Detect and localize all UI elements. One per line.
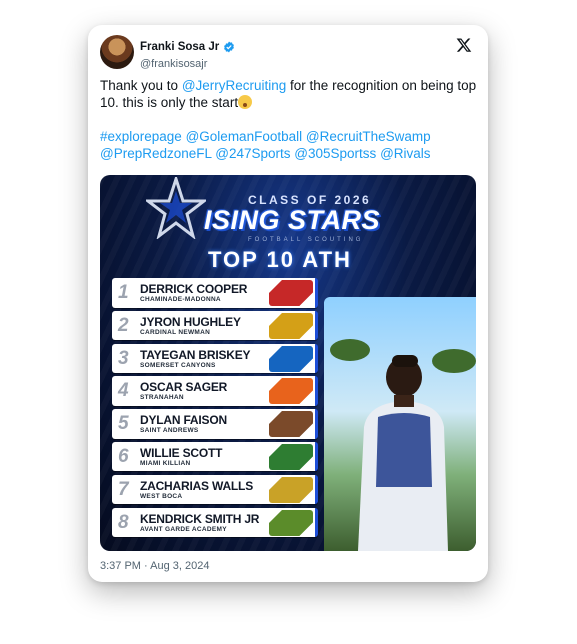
rank-number: 6 xyxy=(118,445,129,467)
rankings-list: 1 DERRICK COOPER CHAMINADE-MADONNA 2 JYR… xyxy=(112,278,318,540)
tweet-paragraph-2: #explorepage @GolemanFootball @RecruitTh… xyxy=(100,128,478,162)
player-name: OSCAR SAGER xyxy=(140,380,228,395)
player-name: WILLIE SCOTT xyxy=(140,445,223,460)
school-name: STRANAHAN xyxy=(140,394,184,402)
player-name: DERRICK COOPER xyxy=(140,282,248,296)
rank-row: 3 TAYEGAN BRISKEY SOMERSET CANYONS xyxy=(112,343,318,374)
mention-link-jerryrecruiting[interactable]: @JerryRecruiting xyxy=(182,78,286,93)
rank-row: 6 WILLIE SCOTT MIAMI KILLIAN xyxy=(112,441,318,472)
tweet-line1-prefix: Thank you to xyxy=(100,78,182,93)
tweet-timestamp[interactable]: 3:37 PM · Aug 3, 2024 xyxy=(100,560,209,572)
rank-row: 5 DYLAN FAISON SAINT ANDREWS xyxy=(112,409,318,439)
rank-number: 2 xyxy=(118,314,129,336)
author-block: Franki Sosa Jr @frankisosajr xyxy=(140,37,235,70)
mention-link[interactable]: @PrepRedzoneFL xyxy=(100,146,212,161)
rank-row: 8 KENDRICK SMITH JR AVANT GARDE ACADEMY xyxy=(112,507,318,538)
school-name: WEST BOCA xyxy=(140,492,183,500)
graphic-brand-title: ISING STARS xyxy=(204,205,381,235)
tweet-card: Franki Sosa Jr @frankisosajr Thank you t… xyxy=(88,25,488,582)
school-logo xyxy=(269,443,313,470)
school-logo xyxy=(269,411,313,438)
school-logo xyxy=(269,476,313,503)
tweet-text: Thank you to @JerryRecruiting for the re… xyxy=(100,77,478,162)
mention-link[interactable]: @RecruitTheSwamp xyxy=(306,129,431,144)
school-name: CHAMINADE-MADONNA xyxy=(140,296,221,303)
school-name: CARDINAL NEWMAN xyxy=(140,328,211,336)
player-name: TAYEGAN BRISKEY xyxy=(140,347,251,362)
shushing-face-emoji-icon xyxy=(238,95,253,109)
hashtag-link[interactable]: #explorepage xyxy=(100,129,182,144)
player-name: JYRON HUGHLEY xyxy=(140,314,241,329)
tweet-media-image[interactable]: CLASS OF 2026 ISING STARS FOOTBALL SCOUT… xyxy=(100,175,476,551)
school-name: SOMERSET CANYONS xyxy=(140,361,216,369)
author-name[interactable]: Franki Sosa Jr xyxy=(140,41,219,53)
mention-link[interactable]: @305Sportss xyxy=(294,146,376,161)
graphic-brand-subtitle: FOOTBALL SCOUTING xyxy=(248,237,364,243)
graphic-headline: TOP 10 ATH xyxy=(208,247,352,272)
rank-row: 7 ZACHARIAS WALLS WEST BOCA xyxy=(112,474,318,505)
player-name: KENDRICK SMITH JR xyxy=(140,511,260,526)
school-name: SAINT ANDREWS xyxy=(140,427,199,435)
x-logo-icon[interactable] xyxy=(456,37,472,53)
mention-link[interactable]: @247Sports xyxy=(215,146,290,161)
school-logo xyxy=(269,378,313,405)
rank-number: 8 xyxy=(118,511,129,533)
verified-badge-icon xyxy=(224,41,235,53)
rank-number: 4 xyxy=(118,380,129,402)
school-name: MIAMI KILLIAN xyxy=(140,459,191,467)
rank-number: 7 xyxy=(118,478,129,500)
author-name-row[interactable]: Franki Sosa Jr xyxy=(140,41,235,53)
mention-link[interactable]: @Rivals xyxy=(380,146,430,161)
rank-row: 2 JYRON HUGHLEY CARDINAL NEWMAN xyxy=(112,310,318,341)
star-logo-icon xyxy=(146,177,206,239)
school-logo xyxy=(269,345,313,372)
school-name: AVANT GARDE ACADEMY xyxy=(140,525,227,533)
author-handle[interactable]: @frankisosajr xyxy=(140,58,235,70)
rank-number: 1 xyxy=(118,282,129,303)
player-name: ZACHARIAS WALLS xyxy=(140,478,253,493)
football-player-figure xyxy=(358,355,448,551)
avatar[interactable] xyxy=(100,35,134,69)
player-photo xyxy=(324,297,476,551)
mention-link[interactable]: @GolemanFootball xyxy=(186,129,303,144)
tweet-paragraph-1: Thank you to @JerryRecruiting for the re… xyxy=(100,77,478,111)
school-logo xyxy=(269,509,313,536)
rank-row: 4 OSCAR SAGER STRANAHAN xyxy=(112,376,318,406)
school-logo xyxy=(269,312,313,339)
school-logo xyxy=(269,280,313,306)
rank-number: 3 xyxy=(118,347,129,369)
player-name: DYLAN FAISON xyxy=(140,413,227,428)
rank-row: 1 DERRICK COOPER CHAMINADE-MADONNA xyxy=(112,278,318,308)
rank-number: 5 xyxy=(118,413,129,435)
